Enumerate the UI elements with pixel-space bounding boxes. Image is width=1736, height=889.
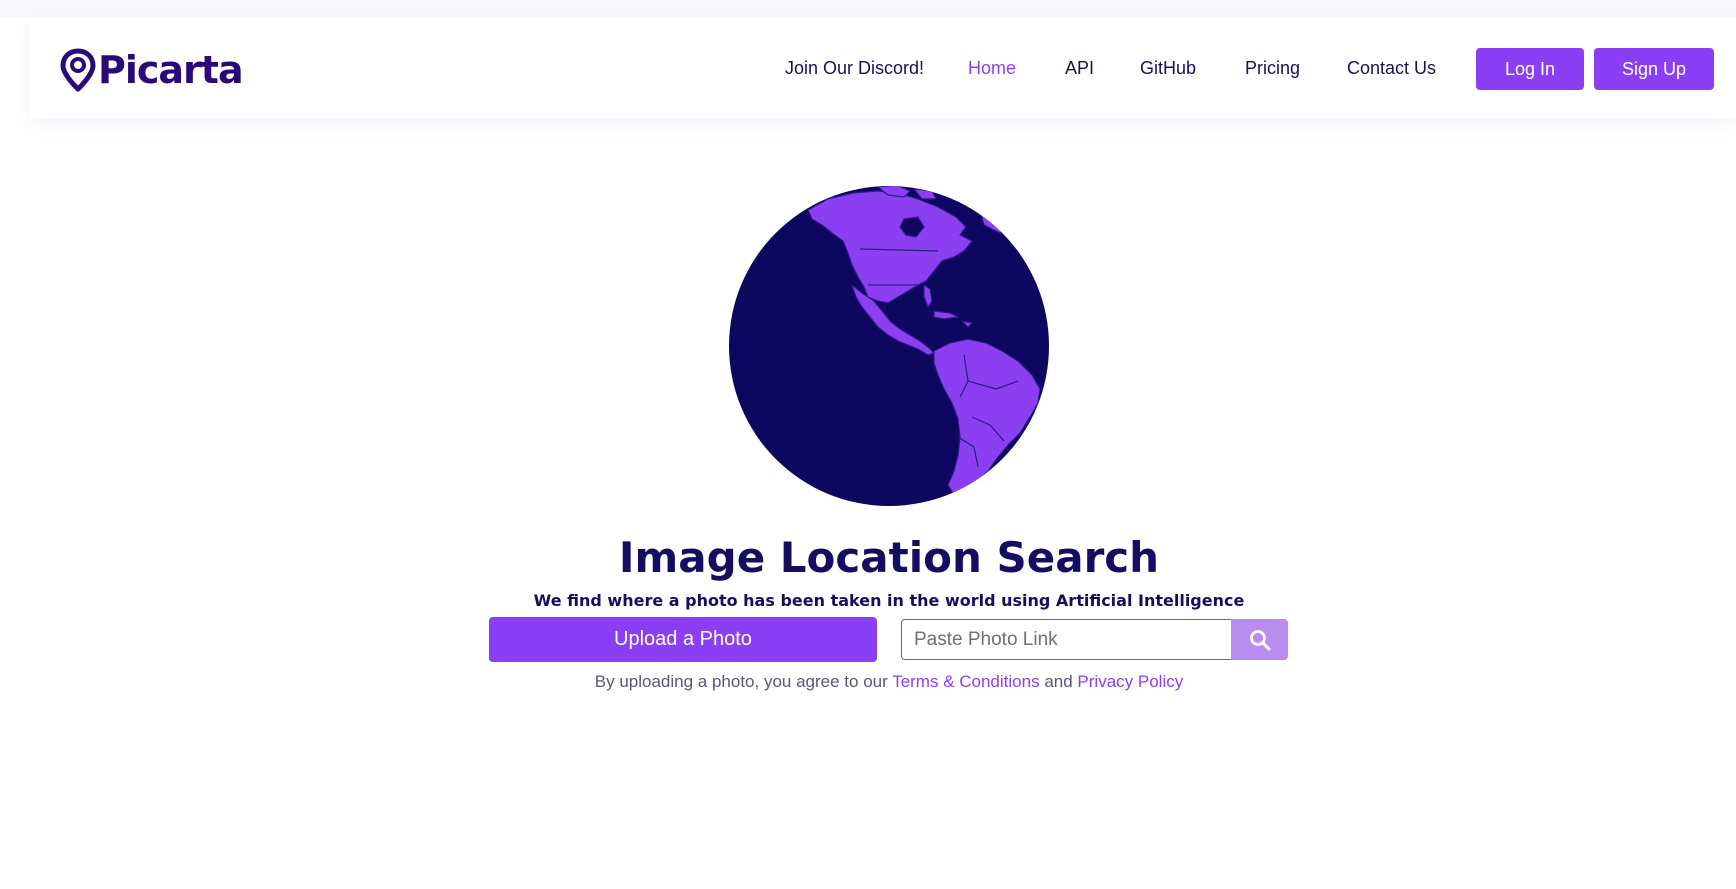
navbar: Picarta Join Our Discord! Home API GitHu…: [30, 18, 1736, 118]
page-subtitle: We find where a photo has been taken in …: [533, 591, 1245, 610]
nav-link-github[interactable]: GitHub: [1140, 58, 1196, 79]
top-tint: [0, 0, 1736, 18]
photo-link-input[interactable]: [901, 619, 1231, 660]
privacy-link[interactable]: Privacy Policy: [1077, 672, 1183, 691]
login-button[interactable]: Log In: [1476, 48, 1584, 90]
terms-link[interactable]: Terms & Conditions: [892, 672, 1039, 691]
globe-illustration: [728, 185, 1050, 507]
logo[interactable]: Picarta: [60, 48, 244, 92]
logo-wordmark: Picarta: [98, 48, 244, 92]
nav-link-api[interactable]: API: [1065, 58, 1094, 79]
legal-notice: By uploading a photo, you agree to our T…: [0, 671, 1736, 693]
nav-link-discord[interactable]: Join Our Discord!: [785, 58, 924, 79]
nav-link-home[interactable]: Home: [968, 58, 1016, 79]
location-pin-logo-icon: [60, 48, 96, 92]
signup-button[interactable]: Sign Up: [1594, 48, 1714, 90]
nav-link-contact[interactable]: Contact Us: [1347, 58, 1436, 79]
upload-photo-button[interactable]: Upload a Photo: [489, 617, 877, 662]
search-button[interactable]: [1231, 619, 1288, 660]
nav-link-pricing[interactable]: Pricing: [1245, 58, 1300, 79]
legal-and: and: [1044, 672, 1073, 691]
globe-americas-icon: [729, 186, 1049, 506]
page-title: Image Location Search: [618, 533, 1160, 582]
search-icon: [1249, 629, 1270, 650]
legal-prefix: By uploading a photo, you agree to our: [594, 672, 888, 691]
